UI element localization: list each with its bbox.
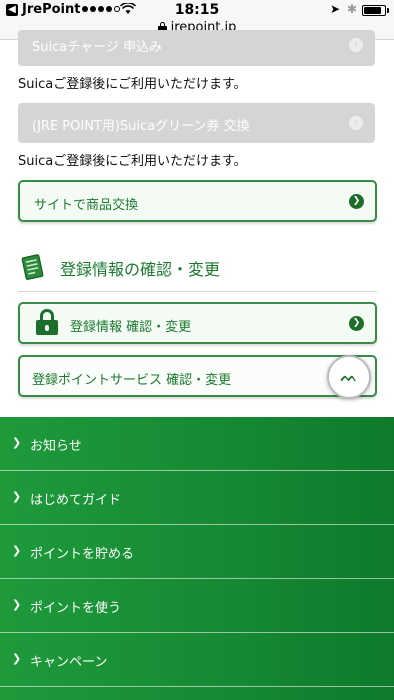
nav-item-label: ポイントを使う <box>30 601 122 616</box>
chevron-right-icon: ❯ <box>12 652 22 665</box>
nav-item-label: ポイントを貯める <box>30 547 135 562</box>
chevron-right-icon: ❯ <box>12 544 22 557</box>
chevron-right-icon: ❯ <box>12 436 22 449</box>
chevron-right-icon: ❯ <box>349 316 364 331</box>
battery-level <box>364 7 381 14</box>
nav-item-label: キャンペーン <box>30 655 108 670</box>
suica-green-ticket-label: (JRE POINT用)Suicaグリーン券 交換 <box>32 119 250 134</box>
document-icon <box>20 253 46 281</box>
suica-charge-button: Suicaチャージ 申込み › <box>18 30 375 66</box>
battery-tip <box>387 8 389 13</box>
registration-info-button[interactable]: 登録情報 確認・変更 ❯ <box>18 302 377 344</box>
nav-item-use-points[interactable]: ❯ ポイントを使う <box>0 579 394 633</box>
bluetooth-icon: ✱ <box>347 2 358 16</box>
suica-note-2: Suicaご登録後にご利用いただけます。 <box>18 154 247 169</box>
nav-item-earn-points[interactable]: ❯ ポイントを貯める <box>0 525 394 579</box>
section-divider <box>18 291 377 292</box>
site-exchange-button[interactable]: サイトで商品交換 ❯ <box>18 180 377 222</box>
nav-item-label: はじめてガイド <box>30 493 122 508</box>
registered-services-button[interactable]: 登録ポイントサービス 確認・変更 ᨓ <box>18 355 377 399</box>
suica-charge-label: Suicaチャージ 申込み <box>32 40 162 55</box>
registered-services-label: 登録ポイントサービス 確認・変更 <box>32 373 232 388</box>
location-arrow-icon: ➤ <box>330 2 341 16</box>
chevron-right-icon: › <box>349 116 363 130</box>
chevron-right-icon: ❯ <box>12 598 22 611</box>
chevron-right-icon: ❯ <box>349 194 364 209</box>
section-title: 登録情報の確認・変更 <box>60 260 221 279</box>
nav-item-news[interactable]: ❯ お知らせ <box>0 417 394 471</box>
battery-icon <box>362 5 386 16</box>
nav-item-guide[interactable]: ❯ はじめてガイド <box>0 471 394 525</box>
registration-info-label: 登録情報 確認・変更 <box>70 320 192 335</box>
site-exchange-label: サイトで商品交換 <box>34 198 139 213</box>
nav-item-campaign[interactable]: ❯ キャンペーン <box>0 633 394 687</box>
chevron-right-icon: ❯ <box>12 490 22 503</box>
chevron-right-icon: › <box>349 38 363 52</box>
lock-icon <box>36 309 58 335</box>
chevron-right-icon: ᨓ <box>327 355 371 399</box>
suica-note-1: Suicaご登録後にご利用いただけます。 <box>18 77 247 92</box>
nav-item-label: お知らせ <box>30 439 82 454</box>
footer-nav: ❯ お知らせ ❯ はじめてガイド ❯ ポイントを貯める ❯ ポイントを使う ❯ … <box>0 417 394 700</box>
suica-green-ticket-button: (JRE POINT用)Suicaグリーン券 交換 › <box>18 103 375 143</box>
